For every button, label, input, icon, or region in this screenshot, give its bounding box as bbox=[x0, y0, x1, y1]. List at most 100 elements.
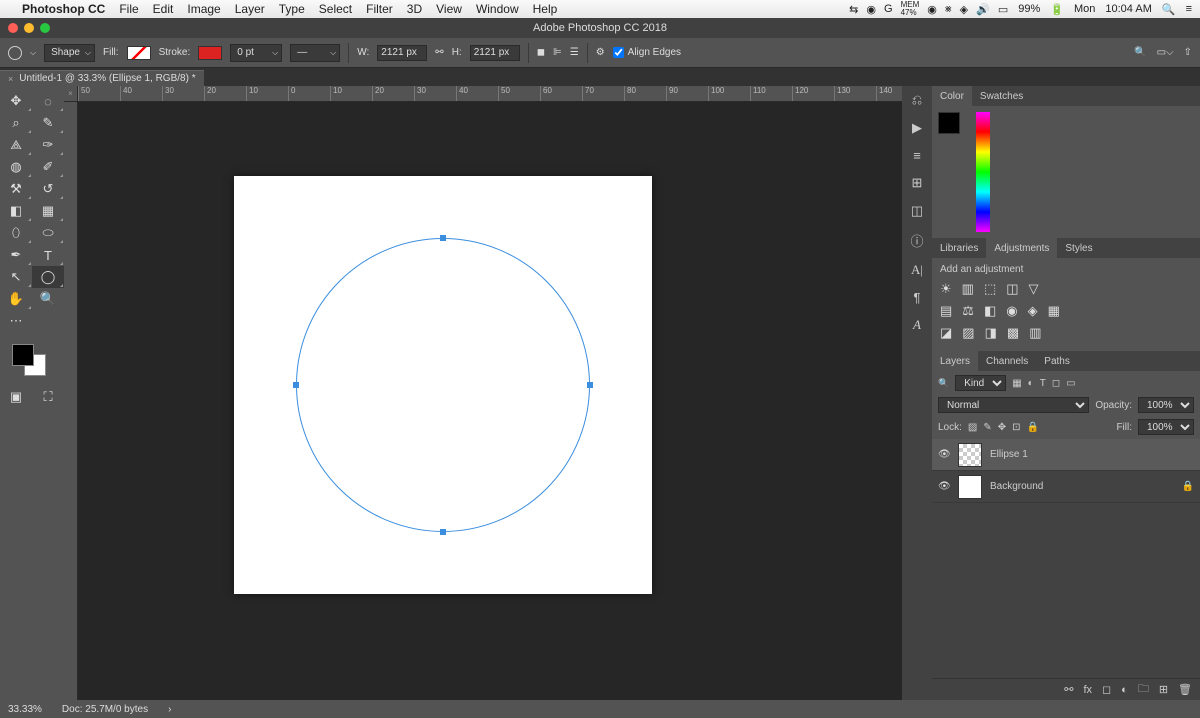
current-color-swatch[interactable] bbox=[938, 112, 960, 134]
close-window-button[interactable] bbox=[8, 23, 18, 33]
menu-image[interactable]: Image bbox=[187, 2, 220, 16]
brush-tool[interactable]: ✐ bbox=[32, 156, 64, 178]
transform-handle-left[interactable] bbox=[293, 382, 299, 388]
layer-mask-icon[interactable]: ◻ bbox=[1102, 683, 1111, 696]
character-panel-icon[interactable]: ◫ bbox=[911, 203, 923, 219]
document-tab[interactable]: × Untitled-1 @ 33.3% (Ellipse 1, RGB/8) … bbox=[0, 70, 204, 86]
ellipse-shape[interactable] bbox=[296, 238, 590, 532]
document-canvas[interactable] bbox=[234, 176, 652, 594]
layer-name[interactable]: Ellipse 1 bbox=[990, 449, 1028, 460]
paragraph-styles-icon[interactable]: ¶ bbox=[914, 290, 921, 305]
history-panel-icon[interactable]: ⎌ bbox=[912, 92, 922, 108]
filter-smart-icon[interactable]: ▭ bbox=[1066, 378, 1075, 389]
shape-mode-select[interactable]: Shape bbox=[44, 44, 95, 62]
actions-panel-icon[interactable]: ▶ bbox=[912, 120, 922, 136]
lock-position-icon[interactable]: ✥ bbox=[998, 422, 1006, 433]
lock-artboard-icon[interactable]: ⊡ bbox=[1012, 422, 1020, 433]
glyphs-panel-icon[interactable]: A bbox=[913, 317, 921, 333]
status-menu-icon[interactable]: › bbox=[168, 704, 171, 715]
doc-size[interactable]: Doc: 25.7M/0 bytes bbox=[62, 704, 148, 715]
link-dimensions-icon[interactable]: ⚯ bbox=[435, 47, 443, 58]
filter-shape-icon[interactable]: ◻ bbox=[1052, 378, 1060, 389]
new-adjustment-layer-icon[interactable]: ◐ bbox=[1121, 684, 1128, 696]
quick-select-tool[interactable]: ✎ bbox=[32, 112, 64, 134]
selective-color-adjust-icon[interactable]: ▩ bbox=[1007, 325, 1019, 341]
share-icon[interactable]: ⇧ bbox=[1184, 47, 1192, 58]
character-styles-icon[interactable]: A| bbox=[911, 262, 923, 278]
gear-icon[interactable]: ⚙ bbox=[596, 47, 605, 58]
layer-thumbnail[interactable] bbox=[958, 475, 982, 499]
path-alignment-icon[interactable]: ⊫ bbox=[553, 47, 562, 58]
menu-select[interactable]: Select bbox=[319, 2, 352, 16]
photo-filter-adjust-icon[interactable]: ◉ bbox=[1006, 303, 1017, 319]
screen-mode-button[interactable]: ⛶ bbox=[32, 386, 64, 408]
filter-adjust-icon[interactable]: ◐ bbox=[1028, 378, 1034, 389]
adjustments-tab[interactable]: Adjustments bbox=[986, 238, 1057, 258]
zoom-level[interactable]: 33.33% bbox=[8, 704, 42, 715]
lock-pixels-icon[interactable]: ✎ bbox=[983, 422, 991, 433]
tool-preset-chevron-icon[interactable]: ⌵ bbox=[30, 48, 36, 58]
layer-visibility-icon[interactable]: 👁 bbox=[938, 481, 950, 492]
move-tool[interactable]: ✥ bbox=[0, 90, 32, 112]
color-tab[interactable]: Color bbox=[932, 86, 972, 106]
layers-tab[interactable]: Layers bbox=[932, 351, 978, 371]
channels-tab[interactable]: Channels bbox=[978, 351, 1036, 371]
align-edges-checkbox[interactable] bbox=[613, 47, 624, 58]
app-name[interactable]: Photoshop CC bbox=[22, 2, 105, 16]
siri-icon[interactable]: ◉ bbox=[866, 3, 876, 16]
minimize-window-button[interactable] bbox=[24, 23, 34, 33]
menu-file[interactable]: File bbox=[119, 2, 138, 16]
vertical-ruler[interactable] bbox=[64, 102, 78, 700]
horizontal-ruler[interactable]: 5040302010010203040506070809010011012013… bbox=[78, 86, 902, 102]
stroke-width-input[interactable]: 0 pt bbox=[230, 44, 282, 62]
menu-view[interactable]: View bbox=[436, 2, 462, 16]
menu-extras-icon[interactable]: ≡ bbox=[1186, 3, 1192, 15]
volume-icon[interactable]: 🔊 bbox=[976, 3, 990, 16]
lasso-tool[interactable]: ⌕ bbox=[0, 112, 32, 134]
paths-tab[interactable]: Paths bbox=[1036, 351, 1078, 371]
color-balance-adjust-icon[interactable]: ⚖ bbox=[962, 303, 974, 319]
spotlight-icon[interactable]: 🔍 bbox=[1162, 3, 1176, 16]
sync-icon[interactable]: ⇆ bbox=[849, 3, 858, 16]
lock-icon[interactable]: 🔒 bbox=[1182, 481, 1194, 492]
menu-layer[interactable]: Layer bbox=[235, 2, 265, 16]
exposure-adjust-icon[interactable]: ◫ bbox=[1006, 281, 1018, 297]
layer-visibility-icon[interactable]: 👁 bbox=[938, 449, 950, 460]
clock-day[interactable]: Mon bbox=[1074, 3, 1095, 15]
layer-filter-select[interactable]: Kind bbox=[955, 375, 1006, 391]
lock-all-icon[interactable]: 🔒 bbox=[1027, 422, 1039, 433]
maximize-window-button[interactable] bbox=[40, 23, 50, 33]
type-tool[interactable]: T bbox=[32, 244, 64, 266]
layer-name[interactable]: Background bbox=[990, 481, 1043, 492]
crop-tool[interactable]: ⟁ bbox=[0, 134, 32, 156]
brightness-adjust-icon[interactable]: ☀ bbox=[940, 281, 952, 297]
path-select-tool[interactable]: ↖ bbox=[0, 266, 32, 288]
quick-mask-button[interactable]: ▣ bbox=[0, 386, 32, 408]
hand-tool[interactable]: ✋ bbox=[0, 288, 32, 310]
new-layer-icon[interactable]: ⊞ bbox=[1159, 683, 1168, 696]
pen-tool[interactable]: ✒ bbox=[0, 244, 32, 266]
menu-3d[interactable]: 3D bbox=[407, 2, 422, 16]
fill-swatch[interactable] bbox=[127, 46, 151, 60]
menu-window[interactable]: Window bbox=[476, 2, 519, 16]
wifi-icon[interactable]: ◈ bbox=[960, 3, 968, 16]
layer-row[interactable]: 👁 Background 🔒 bbox=[932, 471, 1200, 503]
search-icon[interactable]: 🔍 bbox=[1134, 47, 1146, 58]
curves-adjust-icon[interactable]: ⬚ bbox=[984, 281, 996, 297]
ruler-origin[interactable]: × bbox=[64, 86, 78, 102]
lookup-adjust-icon[interactable]: ▦ bbox=[1048, 303, 1060, 319]
filter-type-icon[interactable]: T bbox=[1040, 378, 1046, 389]
transform-handle-bottom[interactable] bbox=[440, 529, 446, 535]
layer-thumbnail[interactable] bbox=[958, 443, 982, 467]
posterize-adjust-icon[interactable]: ▨ bbox=[962, 325, 974, 341]
hue-slider[interactable] bbox=[976, 112, 990, 232]
menu-help[interactable]: Help bbox=[533, 2, 558, 16]
menu-filter[interactable]: Filter bbox=[366, 2, 393, 16]
shape-tool[interactable]: ◯ bbox=[32, 266, 64, 288]
gradient-map-adjust-icon[interactable]: ▥ bbox=[1029, 325, 1041, 341]
menu-edit[interactable]: Edit bbox=[153, 2, 174, 16]
vibrance-adjust-icon[interactable]: ▽ bbox=[1029, 281, 1039, 297]
stroke-style-select[interactable]: — bbox=[290, 44, 340, 62]
filter-pixel-icon[interactable]: ▦ bbox=[1012, 378, 1021, 389]
layer-fill-select[interactable]: 100% bbox=[1138, 419, 1194, 435]
